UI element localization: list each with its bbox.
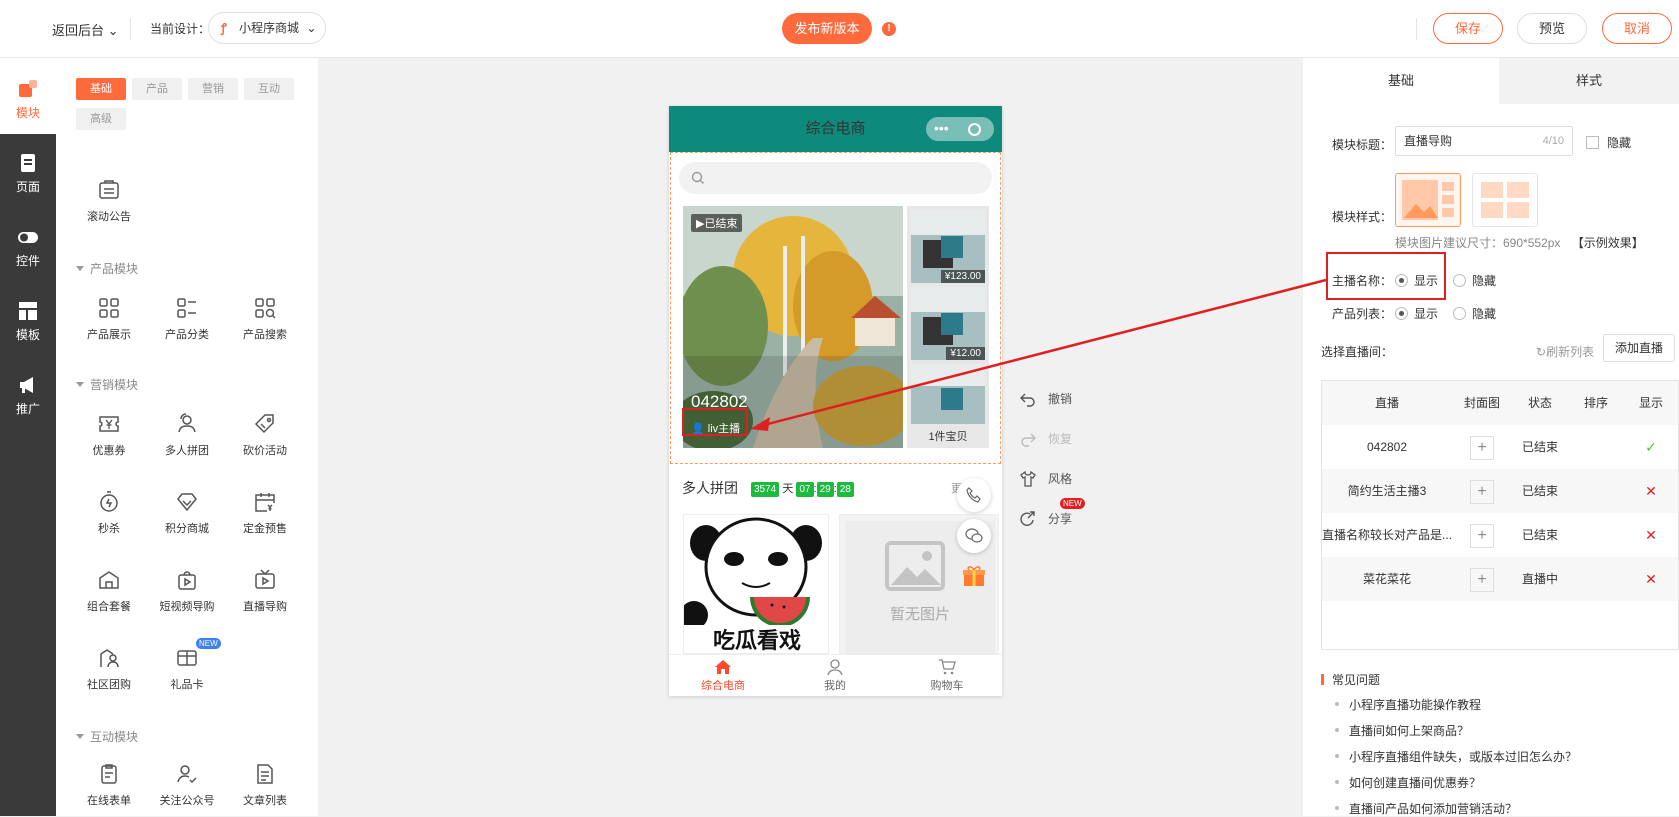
annotation-arrow (750, 278, 1327, 431)
